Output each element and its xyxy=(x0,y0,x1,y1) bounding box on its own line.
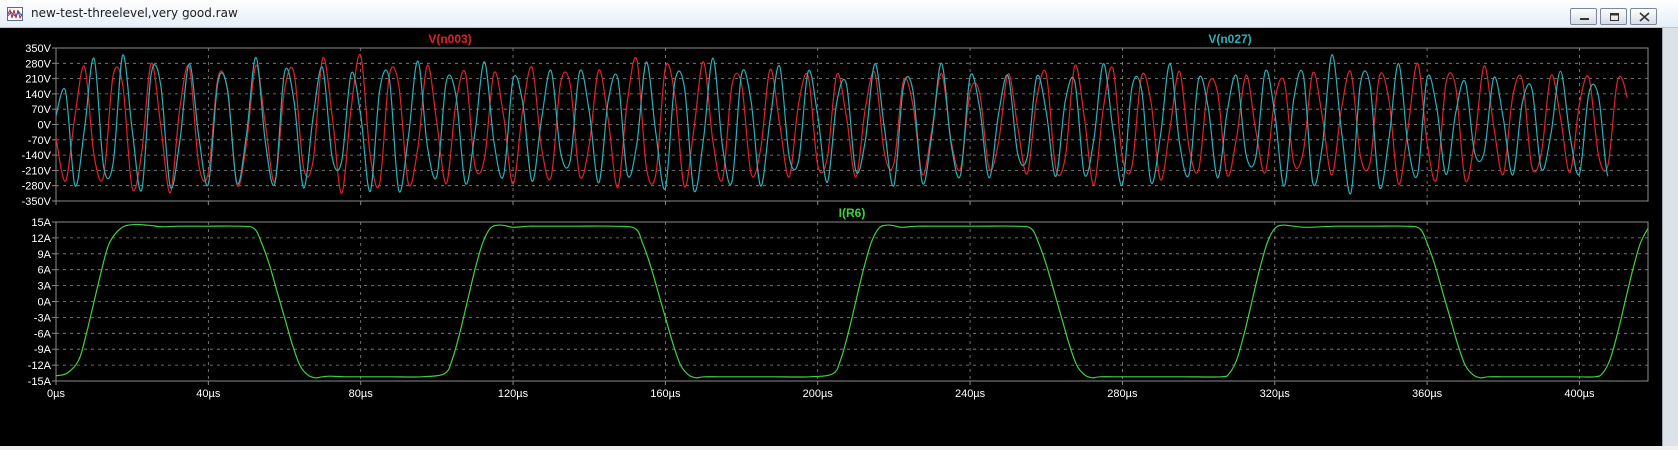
restore-button[interactable] xyxy=(1600,8,1627,25)
current-y-tick-label: -9A xyxy=(34,344,52,356)
current-y-tick-label: 12A xyxy=(31,233,51,245)
voltage-y-tick-label: 210V xyxy=(25,74,51,86)
series-line-v-n003-[interactable] xyxy=(56,53,1628,194)
current-pane[interactable]: 15A 12A 9A 6A 3A 0A -3A -6A -9A -12A -15A0µs 40µs 80… xyxy=(28,206,1649,400)
x-tick-label: 40µs xyxy=(196,388,221,400)
x-tick-label: 160µs xyxy=(650,388,681,400)
current-y-tick-label: 6A xyxy=(38,265,52,277)
current-y-tick-label: 9A xyxy=(38,249,52,261)
minimize-icon xyxy=(1580,18,1589,20)
x-tick-label: 200µs xyxy=(803,388,834,400)
x-tick-label: 80µs xyxy=(349,388,374,400)
voltage-y-tick-label: 70V xyxy=(31,104,51,116)
voltage-y-tick-label: 280V xyxy=(25,58,51,70)
trace-label-v-n003-[interactable]: V(n003) xyxy=(428,32,471,46)
window-right-edge xyxy=(1662,28,1678,446)
current-y-tick-label: 3A xyxy=(38,281,52,293)
voltage-y-tick-label: -350V xyxy=(22,196,52,208)
current-y-tick-label: -3A xyxy=(34,312,52,324)
trace-label-i-r6-[interactable]: I(R6) xyxy=(839,206,866,220)
x-tick-label: 280µs xyxy=(1107,388,1138,400)
voltage-y-tick-label: -280V xyxy=(22,181,52,193)
x-tick-label: 360µs xyxy=(1412,388,1443,400)
x-tick-label: 240µs xyxy=(955,388,986,400)
current-y-tick-label: 0A xyxy=(38,297,52,309)
x-tick-label: 320µs xyxy=(1260,388,1291,400)
voltage-y-tick-label: 0V xyxy=(38,120,52,132)
window-titlebar[interactable]: new-test-threelevel,very good.raw xyxy=(0,0,1678,28)
close-icon xyxy=(1639,12,1650,22)
voltage-pane[interactable]: 350V 280V 210V 140V 70V 0V -70V -140V -210V -280V… xyxy=(22,32,1649,208)
minimize-button[interactable] xyxy=(1570,8,1597,25)
voltage-y-tick-label: -140V xyxy=(22,150,52,162)
waveform-icon xyxy=(7,7,23,21)
current-y-tick-label: -12A xyxy=(28,360,52,372)
current-y-tick-label: -15A xyxy=(28,376,52,388)
voltage-y-tick-label: 140V xyxy=(25,89,51,101)
waveform-plots[interactable]: 350V 280V 210V 140V 70V 0V -70V -140V -210V -280V… xyxy=(0,28,1662,446)
window-title: new-test-threelevel,very good.raw xyxy=(31,6,238,20)
trace-label-v-n027-[interactable]: V(n027) xyxy=(1208,32,1251,46)
current-y-tick-label: -6A xyxy=(34,328,52,340)
restore-icon xyxy=(1610,13,1619,21)
waveform-plot-area[interactable]: 350V 280V 210V 140V 70V 0V -70V -140V -210V -280V… xyxy=(0,28,1662,446)
x-tick-label: 120µs xyxy=(498,388,529,400)
current-y-tick-label: 15A xyxy=(31,217,51,229)
voltage-y-tick-label: -70V xyxy=(28,135,52,147)
x-tick-label: 400µs xyxy=(1564,388,1595,400)
x-tick-label: 0µs xyxy=(47,388,65,400)
voltage-y-tick-label: -210V xyxy=(22,165,52,177)
close-button[interactable] xyxy=(1630,8,1657,25)
voltage-y-tick-label: 350V xyxy=(25,43,51,55)
